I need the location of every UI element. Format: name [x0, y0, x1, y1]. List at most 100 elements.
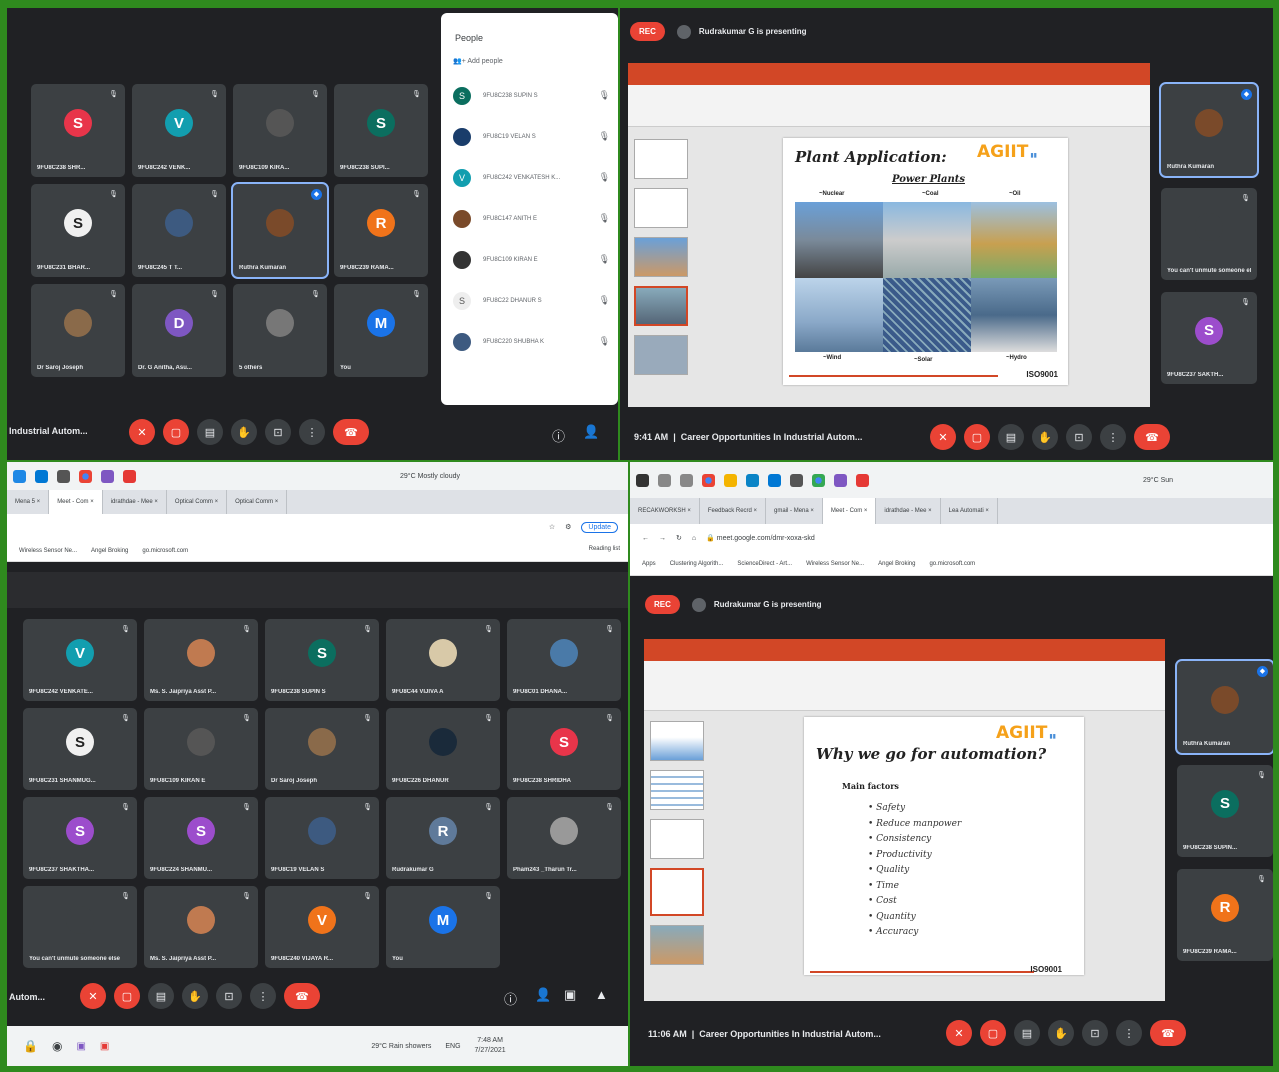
people-list-item[interactable]: S 9FU8C238 SUPIN S 🎙: [441, 75, 618, 116]
participant-tile[interactable]: R 🎙 9FU8C239 RAMA...: [1177, 869, 1273, 961]
extensions-icon[interactable]: ⚙: [565, 523, 571, 531]
slide-thumb[interactable]: [650, 770, 704, 810]
browser-tab[interactable]: Optical Comm ×: [227, 490, 288, 514]
participant-tile[interactable]: S 🎙 9FU8C224 SHANMU...: [144, 797, 258, 879]
bookmark-item[interactable]: Angel Broking: [878, 561, 915, 567]
people-list-item[interactable]: 9FU8C220 SHUBHA K 🎙: [441, 321, 618, 362]
slide-thumb[interactable]: [634, 139, 688, 179]
more-options-button[interactable]: ⋮: [250, 983, 276, 1009]
participant-tile[interactable]: 🎙 9FU8C109 KIRA...: [233, 84, 327, 177]
participant-tile[interactable]: S 🎙 9FU8C237 SHAKTHA...: [23, 797, 137, 879]
forward-icon[interactable]: →: [659, 535, 666, 542]
raise-hand-button[interactable]: ✋: [1032, 424, 1058, 450]
participant-tile[interactable]: 🎙 9FU8C226 DHANUR: [386, 708, 500, 790]
present-button[interactable]: ⊡: [265, 419, 291, 445]
browser-tab[interactable]: gmail - Mena ×: [766, 498, 823, 524]
participant-tile[interactable]: 🎙 5 others: [233, 284, 327, 377]
participant-tile[interactable]: R 🎙 9FU8C239 RAMA...: [334, 184, 428, 277]
slide-thumb[interactable]: [650, 819, 704, 859]
slide-thumb[interactable]: [650, 721, 704, 761]
browser-tab[interactable]: RECAKWORKSH ×: [630, 498, 700, 524]
camera-off-button[interactable]: ▢: [114, 983, 140, 1009]
participant-tile[interactable]: S 🎙 9FU8C238 SHR...: [31, 84, 125, 177]
participant-tile[interactable]: S 🎙 9FU8C231 BHAR...: [31, 184, 125, 277]
camera-off-button[interactable]: ▢: [964, 424, 990, 450]
people-list-item[interactable]: 9FU8C109 KIRAN E 🎙: [441, 239, 618, 280]
participant-tile[interactable]: M 🎙 You: [386, 886, 500, 968]
participant-tile[interactable]: R 🎙 Rudrakumar G: [386, 797, 500, 879]
raise-hand-button[interactable]: ✋: [182, 983, 208, 1009]
app-icon[interactable]: [101, 469, 114, 483]
browser-tab[interactable]: idrathdae - Mee ×: [103, 490, 167, 514]
participant-tile[interactable]: S 🎙 9FU8C238 SUPIN S: [265, 619, 379, 701]
people-list-item[interactable]: S 9FU8C22 DHANUR S 🎙: [441, 280, 618, 321]
edge-icon[interactable]: [746, 473, 759, 487]
people-icon[interactable]: 👤: [583, 424, 599, 440]
home-icon[interactable]: ⌂: [692, 535, 696, 542]
mic-off-button[interactable]: ✕: [129, 419, 155, 445]
participant-tile[interactable]: 🎙 9FU8C109 KIRAN E: [144, 708, 258, 790]
mic-off-button[interactable]: ✕: [80, 983, 106, 1009]
people-icon[interactable]: 👤: [535, 987, 551, 1003]
slide-thumb[interactable]: [650, 925, 704, 965]
participant-tile[interactable]: ◆ Ruthra Kumaran: [1175, 659, 1273, 755]
more-options-button[interactable]: ⋮: [299, 419, 325, 445]
people-list-item[interactable]: 9FU8C147 ANITH E 🎙: [441, 198, 618, 239]
back-icon[interactable]: ←: [642, 535, 649, 542]
chrome-icon[interactable]: ◉: [52, 1039, 62, 1053]
pdf-icon[interactable]: [123, 469, 136, 483]
windows-icon[interactable]: [636, 473, 649, 487]
participant-tile[interactable]: S 🎙 9FU8C237 SAKTH...: [1161, 292, 1257, 384]
end-call-button[interactable]: ☎: [333, 419, 369, 445]
participant-tile[interactable]: 🎙 You can't unmute someone else: [23, 886, 137, 968]
slide-thumb[interactable]: [634, 335, 688, 375]
bag-icon[interactable]: 🔒: [23, 1039, 38, 1053]
end-call-button[interactable]: ☎: [284, 983, 320, 1009]
slide-thumb[interactable]: [634, 237, 688, 277]
browser-tab[interactable]: Feedback Recrd ×: [700, 498, 767, 524]
app-icon[interactable]: ▣: [76, 1041, 85, 1052]
slide-thumb-current[interactable]: [650, 868, 704, 916]
pdf-icon[interactable]: [856, 473, 869, 487]
participant-tile[interactable]: S 🎙 9FU8C231 SHANMUG...: [23, 708, 137, 790]
present-button[interactable]: ⊡: [1082, 1020, 1108, 1046]
mic-off-button[interactable]: ✕: [946, 1020, 972, 1046]
slide-thumb[interactable]: [634, 188, 688, 228]
captions-button[interactable]: ▤: [1014, 1020, 1040, 1046]
captions-button[interactable]: ▤: [148, 983, 174, 1009]
store-icon[interactable]: [35, 469, 48, 483]
bookmark-item[interactable]: Wireless Sensor Ne...: [806, 561, 864, 567]
file-explorer-icon[interactable]: [724, 473, 737, 487]
end-call-button[interactable]: ☎: [1134, 424, 1170, 450]
people-list-item[interactable]: 9FU8C19 VELAN S 🎙: [441, 116, 618, 157]
activities-icon[interactable]: ▲: [595, 987, 608, 1002]
raise-hand-button[interactable]: ✋: [231, 419, 257, 445]
more-options-button[interactable]: ⋮: [1116, 1020, 1142, 1046]
participant-tile[interactable]: 🎙 Dr Saroj Joseph: [265, 708, 379, 790]
chat-icon[interactable]: ▣: [564, 987, 576, 1003]
participant-tile[interactable]: ◆ Ruthra Kumaran: [1159, 82, 1259, 178]
more-options-button[interactable]: ⋮: [1100, 424, 1126, 450]
bookmark-item[interactable]: ScienceDirect - Art...: [737, 561, 792, 567]
participant-tile[interactable]: M 🎙 You: [334, 284, 428, 377]
participant-tile[interactable]: 🎙 9FU8C19 VELAN S: [265, 797, 379, 879]
participant-tile[interactable]: 🎙 9FU8C44 VIJIVA A: [386, 619, 500, 701]
bag-icon[interactable]: [57, 469, 70, 483]
browser-tab[interactable]: Meet - Com ×: [49, 490, 103, 514]
chrome-icon[interactable]: [702, 473, 715, 487]
participant-tile[interactable]: 🎙 Ms. S. Jaipriya Asst P...: [144, 619, 258, 701]
participant-tile[interactable]: V 🎙 9FU8C242 VENKATE...: [23, 619, 137, 701]
update-button[interactable]: Update: [581, 521, 618, 533]
search-icon[interactable]: [658, 473, 671, 487]
participant-tile[interactable]: V 🎙 9FU8C240 VIJAYA R...: [265, 886, 379, 968]
camera-off-button[interactable]: ▢: [163, 419, 189, 445]
browser-tab[interactable]: Lea Automati ×: [941, 498, 998, 524]
captions-button[interactable]: ▤: [998, 424, 1024, 450]
present-button[interactable]: ⊡: [216, 983, 242, 1009]
chrome-icon[interactable]: [79, 469, 92, 483]
participant-tile[interactable]: S 🎙 9FU8C238 SUPI...: [334, 84, 428, 177]
windows-icon[interactable]: [13, 469, 26, 483]
participant-tile[interactable]: 🎙 9FU8C245 T T...: [132, 184, 226, 277]
bookmark-item[interactable]: Clustering Algorith...: [670, 561, 724, 567]
browser-tab[interactable]: Meet - Com ×: [822, 498, 877, 524]
